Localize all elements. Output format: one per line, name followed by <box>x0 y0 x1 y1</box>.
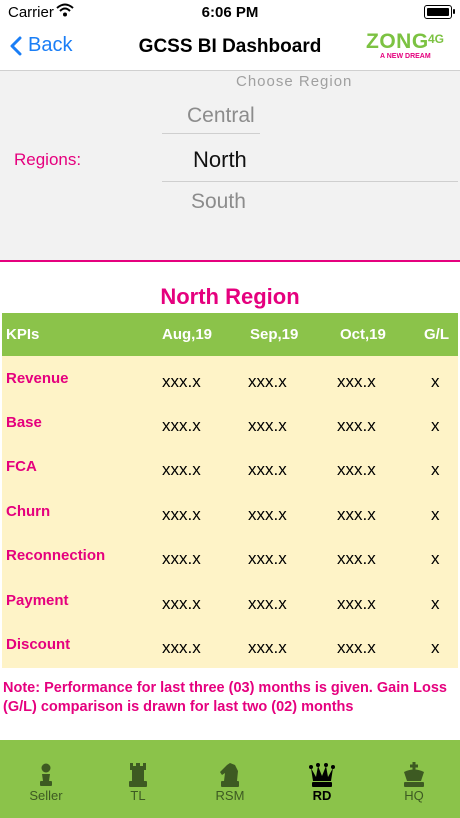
kpi-name: Payment <box>6 592 69 609</box>
tab-rd[interactable]: RD <box>276 740 368 818</box>
column-header-aug: Aug,19 <box>162 326 213 343</box>
table-row: Churn xxx.x xxx.x xxx.x x <box>2 489 458 533</box>
knight-icon <box>220 763 239 787</box>
tab-label: RD <box>312 788 332 803</box>
oct-value: xxx.x <box>337 460 376 479</box>
picker-title: Choose Region <box>236 73 353 90</box>
kpi-name: FCA <box>6 458 37 475</box>
gl-value: x <box>431 416 440 435</box>
tab-seller[interactable]: Seller <box>0 740 92 818</box>
tab-label: HQ <box>404 788 424 803</box>
kpi-name: Reconnection <box>6 547 106 564</box>
table-row: Payment xxx.x xxx.x xxx.x x <box>2 578 458 622</box>
logo-brand: ZONG <box>366 30 429 53</box>
clock: 6:06 PM <box>201 4 259 21</box>
tab-bar: Seller TL RSM RD HQ <box>0 740 460 818</box>
gl-value: x <box>431 372 440 391</box>
kpi-name: Discount <box>6 636 71 653</box>
table-row: Discount xxx.x xxx.x xxx.x x <box>2 622 458 666</box>
column-header-kpis: KPIs <box>6 326 40 343</box>
sep-value: xxx.x <box>248 460 287 479</box>
oct-value: xxx.x <box>337 638 376 657</box>
aug-value: xxx.x <box>162 505 201 524</box>
queen-icon <box>309 763 335 787</box>
picker-divider <box>162 181 458 182</box>
tab-label: TL <box>130 788 146 803</box>
zong-logo: ZONG 4G A NEW DREAM <box>366 30 448 64</box>
oct-value: xxx.x <box>337 505 376 524</box>
column-header-gl: G/L <box>424 326 449 343</box>
oct-value: xxx.x <box>337 594 376 613</box>
aug-value: xxx.x <box>162 594 201 613</box>
pawn-icon <box>40 763 52 786</box>
kpi-name: Base <box>6 414 42 431</box>
table-row: Revenue xxx.x xxx.x xxx.x x <box>2 356 458 400</box>
tab-label: Seller <box>29 788 63 803</box>
oct-value: xxx.x <box>337 416 376 435</box>
footnote: Note: Performance for last three (03) mo… <box>3 680 447 715</box>
king-icon <box>404 762 424 787</box>
status-bar: Carrier 6:06 PM <box>0 0 460 24</box>
sep-value: xxx.x <box>248 594 287 613</box>
column-header-oct: Oct,19 <box>340 326 386 343</box>
sep-value: xxx.x <box>248 549 287 568</box>
table-row: FCA xxx.x xxx.x xxx.x x <box>2 444 458 488</box>
gl-value: x <box>431 594 440 613</box>
navigation-bar: Back GCSS BI Dashboard ZONG 4G A NEW DRE… <box>0 24 460 71</box>
aug-value: xxx.x <box>162 416 201 435</box>
gl-value: x <box>431 460 440 479</box>
gl-value: x <box>431 505 440 524</box>
tab-label: RSM <box>215 788 245 803</box>
sep-value: xxx.x <box>248 505 287 524</box>
logo-tagline: A NEW DREAM <box>380 53 431 60</box>
oct-value: xxx.x <box>337 549 376 568</box>
region-picker-section: Choose Region Regions: Central North Sou… <box>0 71 460 262</box>
battery-icon <box>424 5 455 19</box>
aug-value: xxx.x <box>162 372 201 391</box>
oct-value: xxx.x <box>337 372 376 391</box>
picker-option-north-selected[interactable]: North <box>193 147 247 173</box>
aug-value: xxx.x <box>162 460 201 479</box>
gl-value: x <box>431 549 440 568</box>
kpi-name: Revenue <box>6 370 69 387</box>
aug-value: xxx.x <box>162 638 201 657</box>
table-body: Revenue xxx.x xxx.x xxx.x x Base xxx.x x… <box>2 356 458 668</box>
gl-value: x <box>431 638 440 657</box>
tab-hq[interactable]: HQ <box>368 740 460 818</box>
region-title: North Region <box>160 284 300 309</box>
table-header: KPIs Aug,19 Sep,19 Oct,19 G/L <box>2 313 458 356</box>
aug-value: xxx.x <box>162 549 201 568</box>
picker-divider <box>162 133 260 134</box>
tab-tl[interactable]: TL <box>92 740 184 818</box>
regions-label: Regions: <box>14 150 82 169</box>
sep-value: xxx.x <box>248 416 287 435</box>
table-row: Base xxx.x xxx.x xxx.x x <box>2 400 458 444</box>
sep-value: xxx.x <box>248 638 287 657</box>
logo-suffix: 4G <box>428 32 445 46</box>
tab-rsm[interactable]: RSM <box>184 740 276 818</box>
picker-option-south[interactable]: South <box>191 190 246 214</box>
table-row: Reconnection xxx.x xxx.x xxx.x x <box>2 533 458 577</box>
column-header-sep: Sep,19 <box>250 326 299 343</box>
picker-option-central[interactable]: Central <box>187 104 255 128</box>
rook-icon <box>129 763 147 787</box>
kpi-name: Churn <box>6 503 51 520</box>
sep-value: xxx.x <box>248 372 287 391</box>
